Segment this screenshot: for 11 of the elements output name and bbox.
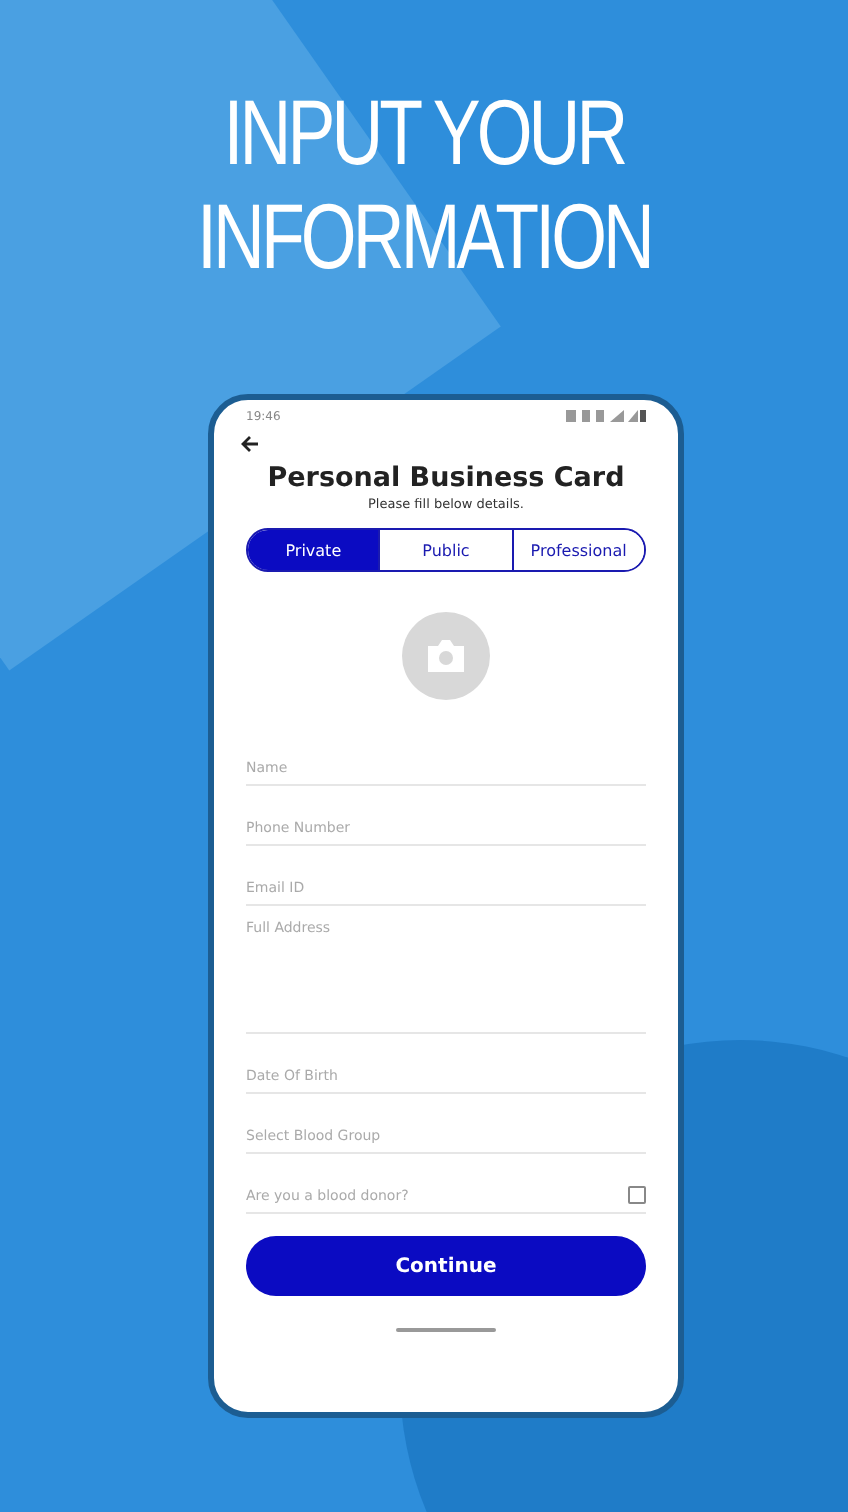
checkbox[interactable] — [628, 1186, 646, 1204]
status-icons — [566, 410, 646, 422]
screen-title: Personal Business Card — [265, 462, 627, 494]
home-indicator — [396, 1328, 496, 1332]
tab[interactable]: Professional — [511, 530, 644, 570]
continue-button[interactable]: Continue — [246, 1236, 646, 1296]
tab[interactable]: Private — [248, 530, 379, 570]
camera-icon — [424, 638, 468, 674]
headline: INPUT YOUR — [223, 80, 625, 184]
headline: INFORMATION — [196, 184, 652, 288]
back-arrow-icon[interactable] — [240, 434, 260, 454]
